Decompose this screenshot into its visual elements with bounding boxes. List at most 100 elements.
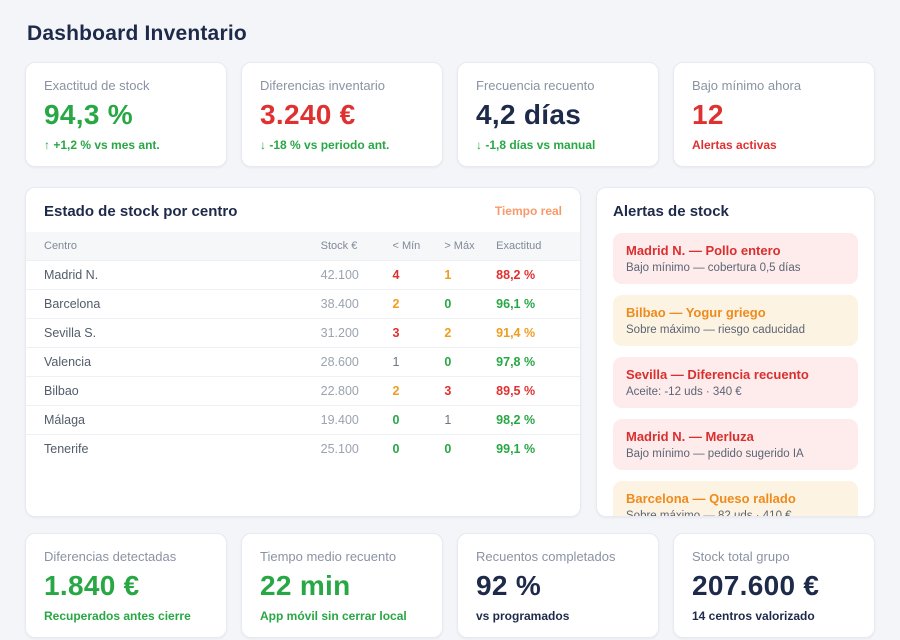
stock-table-title: Estado de stock por centro xyxy=(44,203,237,220)
kpi-value: 3.240 € xyxy=(260,100,424,131)
kpi-label: Exactitud de stock xyxy=(44,78,208,93)
dashboard-page: Dashboard Inventario Exactitud de stock … xyxy=(0,0,900,638)
kpi-card-recuentos-completados: Recuentos completados 92 % vs programado… xyxy=(457,533,659,638)
kpi-top-row: Exactitud de stock 94,3 % ↑ +1,2 % vs me… xyxy=(25,62,875,167)
min-cell: 1 xyxy=(386,347,438,376)
kpi-label: Diferencias inventario xyxy=(260,78,424,93)
max-cell: 0 xyxy=(438,347,490,376)
kpi-card-bajo-minimo: Bajo mínimo ahora 12 Alertas activas xyxy=(673,62,875,167)
centro-cell: Madrid N. xyxy=(26,260,315,289)
centro-cell: Tenerife xyxy=(26,434,315,463)
kpi-card-diferencias-detectadas: Diferencias detectadas 1.840 € Recuperad… xyxy=(25,533,227,638)
alert-title: Madrid N. — Merluza xyxy=(626,429,845,444)
alert-item: Barcelona — Queso rallado Sobre máximo —… xyxy=(613,481,858,517)
kpi-bottom-row: Diferencias detectadas 1.840 € Recuperad… xyxy=(25,533,875,638)
stock-cell: 28.600 xyxy=(315,347,387,376)
exactitud-cell: 98,2 % xyxy=(490,405,580,434)
kpi-value: 22 min xyxy=(260,571,424,602)
kpi-trend: ↓ -18 % vs periodo ant. xyxy=(260,138,424,152)
table-row: Tenerife 25.100 0 0 99,1 % xyxy=(26,434,580,463)
alert-item: Bilbao — Yogur griego Sobre máximo — rie… xyxy=(613,295,858,346)
table-row: Valencia 28.600 1 0 97,8 % xyxy=(26,347,580,376)
alert-item: Madrid N. — Merluza Bajo mínimo — pedido… xyxy=(613,419,858,470)
max-cell: 0 xyxy=(438,289,490,318)
column-header-min: < Mín xyxy=(386,232,438,261)
table-row: Sevilla S. 31.200 3 2 91,4 % xyxy=(26,318,580,347)
stock-cell: 38.400 xyxy=(315,289,387,318)
min-cell: 2 xyxy=(386,376,438,405)
kpi-label: Bajo mínimo ahora xyxy=(692,78,856,93)
kpi-value: 92 % xyxy=(476,571,640,602)
alert-subtitle: Bajo mínimo — pedido sugerido IA xyxy=(626,448,845,460)
alert-subtitle: Bajo mínimo — cobertura 0,5 días xyxy=(626,262,845,274)
exactitud-cell: 91,4 % xyxy=(490,318,580,347)
min-cell: 0 xyxy=(386,434,438,463)
stock-table: Centro Stock € < Mín > Máx Exactitud Mad… xyxy=(26,232,580,463)
centro-cell: Barcelona xyxy=(26,289,315,318)
alert-title: Madrid N. — Pollo entero xyxy=(626,243,845,258)
kpi-value: 207.600 € xyxy=(692,571,856,602)
stock-cell: 25.100 xyxy=(315,434,387,463)
min-cell: 2 xyxy=(386,289,438,318)
alert-title: Barcelona — Queso rallado xyxy=(626,491,845,506)
table-row: Málaga 19.400 0 1 98,2 % xyxy=(26,405,580,434)
min-cell: 4 xyxy=(386,260,438,289)
stock-table-card: Estado de stock por centro Tiempo real C… xyxy=(25,187,581,517)
min-cell: 0 xyxy=(386,405,438,434)
stock-table-columns-row: Centro Stock € < Mín > Máx Exactitud xyxy=(26,232,580,261)
stock-cell: 22.800 xyxy=(315,376,387,405)
kpi-trend: ↑ +1,2 % vs mes ant. xyxy=(44,138,208,152)
alert-title: Sevilla — Diferencia recuento xyxy=(626,367,845,382)
max-cell: 2 xyxy=(438,318,490,347)
exactitud-cell: 89,5 % xyxy=(490,376,580,405)
exactitud-cell: 99,1 % xyxy=(490,434,580,463)
column-header-max: > Máx xyxy=(438,232,490,261)
kpi-label: Diferencias detectadas xyxy=(44,549,208,564)
kpi-value: 94,3 % xyxy=(44,100,208,131)
realtime-badge: Tiempo real xyxy=(495,204,562,218)
stock-cell: 19.400 xyxy=(315,405,387,434)
stock-cell: 42.100 xyxy=(315,260,387,289)
page-title: Dashboard Inventario xyxy=(27,22,873,46)
centro-cell: Valencia xyxy=(26,347,315,376)
exactitud-cell: 88,2 % xyxy=(490,260,580,289)
centro-cell: Sevilla S. xyxy=(26,318,315,347)
alert-item: Madrid N. — Pollo entero Bajo mínimo — c… xyxy=(613,233,858,284)
kpi-alert-count-label: Alertas activas xyxy=(692,138,856,152)
stock-alerts-panel: Alertas de stock Madrid N. — Pollo enter… xyxy=(596,187,875,517)
kpi-card-frecuencia: Frecuencia recuento 4,2 días ↓ -1,8 días… xyxy=(457,62,659,167)
alert-subtitle: Aceite: -12 uds · 340 € xyxy=(626,386,845,398)
kpi-card-stock-total: Stock total grupo 207.600 € 14 centros v… xyxy=(673,533,875,638)
kpi-sublabel: App móvil sin cerrar local xyxy=(260,609,424,623)
alert-subtitle: Sobre máximo — 82 uds · 410 € xyxy=(626,510,845,517)
max-cell: 0 xyxy=(438,434,490,463)
kpi-label: Recuentos completados xyxy=(476,549,640,564)
kpi-label: Tiempo medio recuento xyxy=(260,549,424,564)
alert-subtitle: Sobre máximo — riesgo caducidad xyxy=(626,324,845,336)
max-cell: 3 xyxy=(438,376,490,405)
exactitud-cell: 97,8 % xyxy=(490,347,580,376)
kpi-value: 1.840 € xyxy=(44,571,208,602)
kpi-card-tiempo-medio: Tiempo medio recuento 22 min App móvil s… xyxy=(241,533,443,638)
kpi-label: Frecuencia recuento xyxy=(476,78,640,93)
column-header-centro: Centro xyxy=(26,232,315,261)
main-section: Estado de stock por centro Tiempo real C… xyxy=(25,187,875,517)
min-cell: 3 xyxy=(386,318,438,347)
table-row: Bilbao 22.800 2 3 89,5 % xyxy=(26,376,580,405)
table-row: Barcelona 38.400 2 0 96,1 % xyxy=(26,289,580,318)
alerts-panel-title: Alertas de stock xyxy=(613,203,858,220)
exactitud-cell: 96,1 % xyxy=(490,289,580,318)
kpi-value: 4,2 días xyxy=(476,100,640,131)
kpi-card-diferencias: Diferencias inventario 3.240 € ↓ -18 % v… xyxy=(241,62,443,167)
centro-cell: Málaga xyxy=(26,405,315,434)
column-header-exactitud: Exactitud xyxy=(490,232,580,261)
kpi-trend: ↓ -1,8 días vs manual xyxy=(476,138,640,152)
stock-cell: 31.200 xyxy=(315,318,387,347)
kpi-label: Stock total grupo xyxy=(692,549,856,564)
alert-item: Sevilla — Diferencia recuento Aceite: -1… xyxy=(613,357,858,408)
centro-cell: Bilbao xyxy=(26,376,315,405)
alert-title: Bilbao — Yogur griego xyxy=(626,305,845,320)
kpi-sublabel: vs programados xyxy=(476,609,640,623)
stock-table-header: Estado de stock por centro Tiempo real xyxy=(26,188,580,232)
table-row: Madrid N. 42.100 4 1 88,2 % xyxy=(26,260,580,289)
